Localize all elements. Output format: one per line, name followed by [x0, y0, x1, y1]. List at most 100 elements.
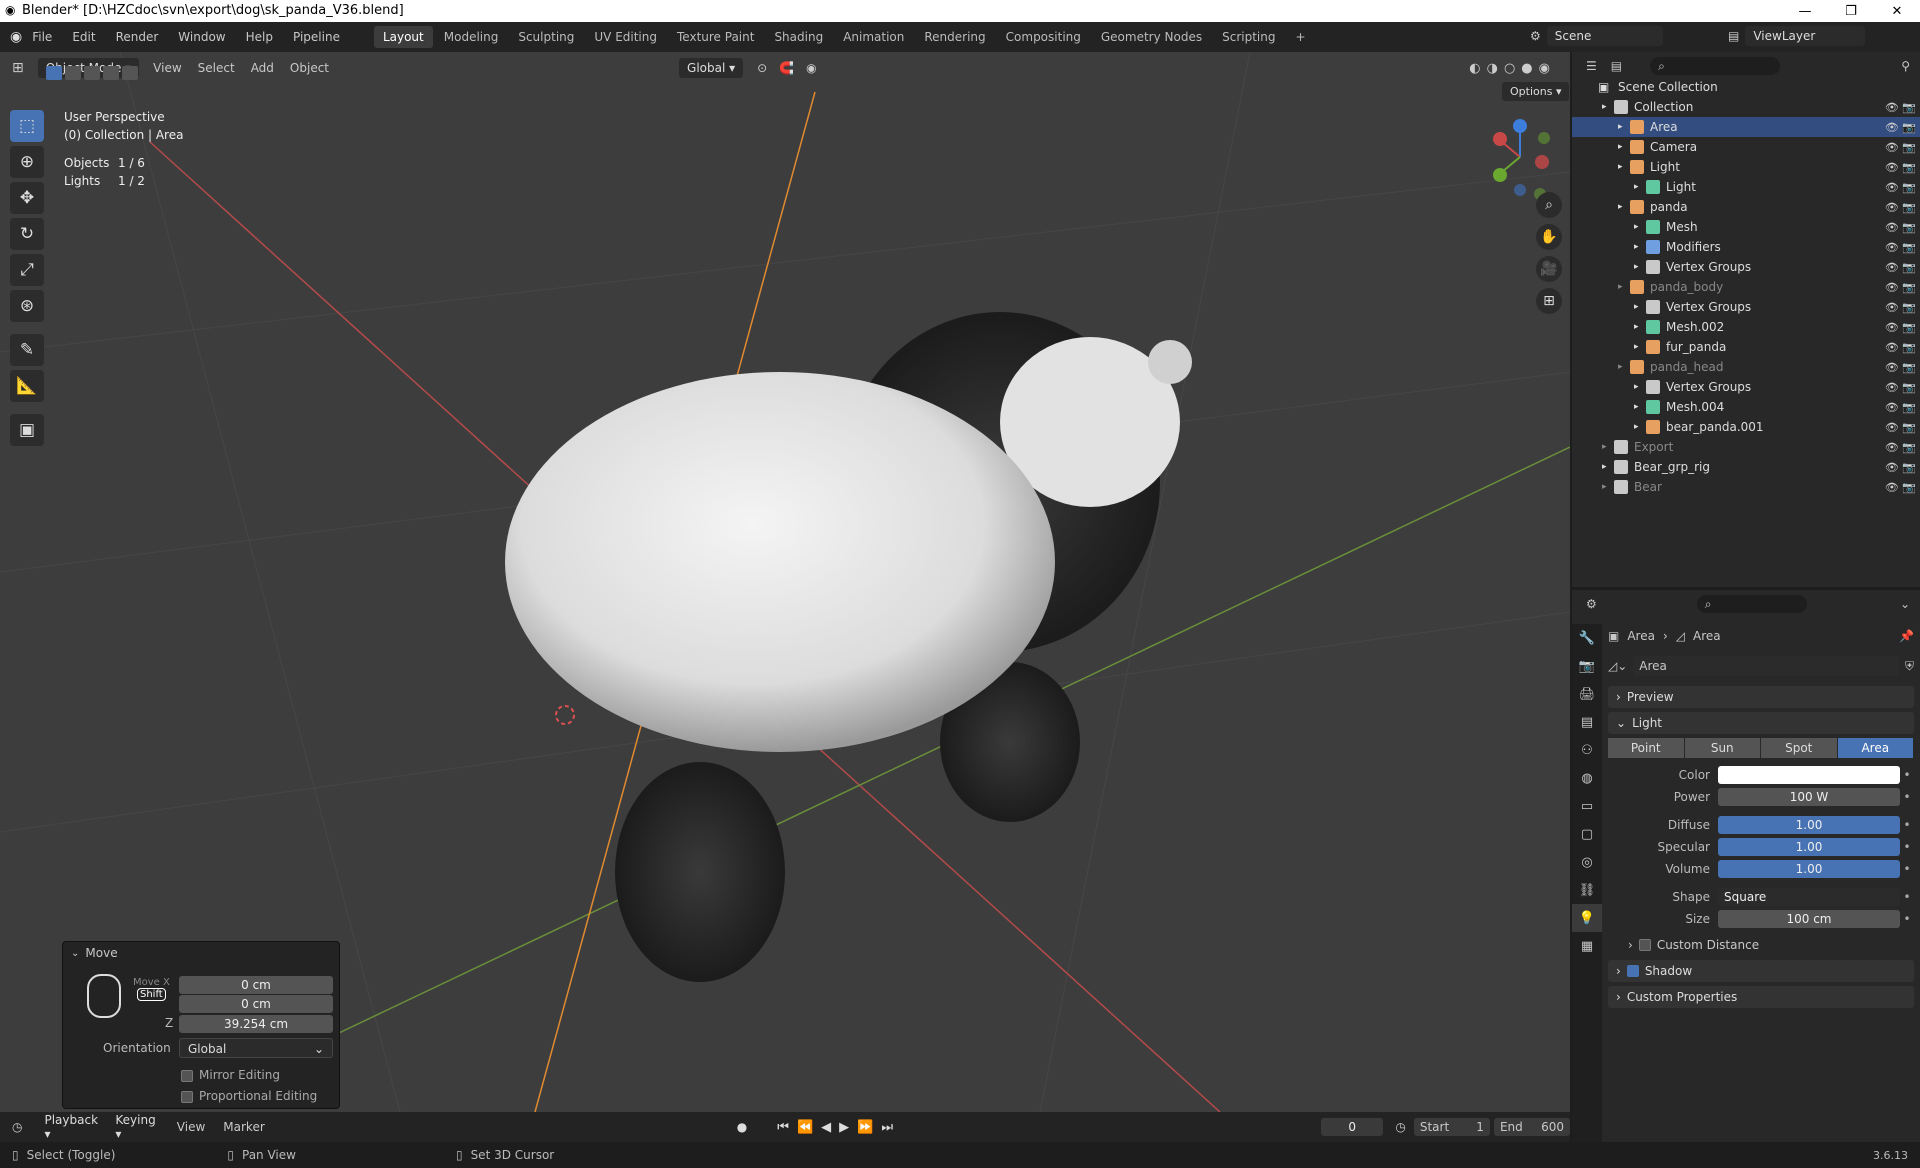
expand-arrow-icon[interactable]: ▸	[1602, 102, 1614, 112]
visibility-icons[interactable]: 👁 📷	[1885, 481, 1916, 494]
menu-pipeline[interactable]: Pipeline	[293, 30, 340, 44]
menu-select[interactable]: Select	[198, 61, 235, 75]
visibility-icons[interactable]: 👁 📷	[1885, 421, 1916, 434]
expand-arrow-icon[interactable]: ▸	[1618, 142, 1630, 152]
cursor-tool[interactable]: ⊕	[10, 146, 44, 178]
tab-compositing[interactable]: Compositing	[997, 26, 1090, 48]
pivot-icon[interactable]: ⊙	[757, 61, 767, 75]
outliner-row[interactable]: ▸ Vertex Groups 👁 📷	[1572, 257, 1920, 277]
end-frame-field[interactable]: End 600	[1493, 1118, 1571, 1136]
visibility-icons[interactable]: 👁 📷	[1885, 161, 1916, 174]
visibility-icons[interactable]: 👁 📷	[1885, 301, 1916, 314]
move-z-field[interactable]: 39.254 cm	[179, 1015, 333, 1033]
outliner-row[interactable]: ▸ panda_head 👁 📷	[1572, 357, 1920, 377]
outliner-row[interactable]: ▸ fur_panda 👁 📷	[1572, 337, 1920, 357]
transform-tool[interactable]: ⊛	[10, 290, 44, 322]
tab-sculpting[interactable]: Sculpting	[509, 26, 583, 48]
visibility-icons[interactable]: 👁 📷	[1885, 241, 1916, 254]
move-y-field[interactable]: 0 cm	[179, 995, 333, 1013]
expand-arrow-icon[interactable]: ▸	[1602, 462, 1614, 472]
field-value[interactable]: 1.00	[1718, 838, 1900, 856]
outliner-row[interactable]: ▸ Vertex Groups 👁 📷	[1572, 377, 1920, 397]
tab-rendering[interactable]: Rendering	[915, 26, 994, 48]
visibility-icons[interactable]: 👁 📷	[1885, 261, 1916, 274]
datablock-selector[interactable]: ◿⌄ Area ⛨	[1608, 654, 1914, 678]
expand-arrow-icon[interactable]: ▸	[1618, 202, 1630, 212]
options-dropdown[interactable]: Options ▾	[1502, 82, 1570, 101]
current-frame-field[interactable]: 0	[1321, 1118, 1384, 1136]
rotate-tool[interactable]: ↻	[10, 218, 44, 250]
keyframe-dot-icon[interactable]: •	[1900, 890, 1914, 904]
field-value[interactable]: 100 W	[1718, 788, 1900, 806]
visibility-icons[interactable]: 👁 📷	[1885, 101, 1916, 114]
move-x-field[interactable]: 0 cm	[179, 976, 333, 994]
light-type-spot[interactable]: Spot	[1761, 738, 1837, 758]
visibility-icons[interactable]: 👁 📷	[1885, 341, 1916, 354]
visibility-icons[interactable]: 👁 📷	[1885, 401, 1916, 414]
physics-tab-icon[interactable]: ◎	[1572, 848, 1602, 876]
expand-arrow-icon[interactable]: ▸	[1634, 222, 1646, 232]
expand-arrow-icon[interactable]: ▸	[1634, 322, 1646, 332]
view-layer-tab-icon[interactable]: ▤	[1572, 708, 1602, 736]
proportional-icon[interactable]: ◉	[806, 61, 816, 75]
mirror-editing-checkbox[interactable]: Mirror Editing	[181, 1068, 280, 1082]
outliner-row[interactable]: ▸ Camera 👁 📷	[1572, 137, 1920, 157]
render-tab-icon[interactable]: 📷	[1572, 652, 1602, 680]
move-panel-header[interactable]: ⌄ Move	[63, 942, 339, 964]
scene-selector[interactable]: ⚙ Scene	[1530, 26, 1663, 46]
editor-type-icon[interactable]: ⊞	[12, 60, 24, 76]
zoom-icon[interactable]: ⌕	[1536, 192, 1562, 218]
menu-add[interactable]: Add	[251, 61, 274, 75]
visibility-icons[interactable]: 👁 📷	[1885, 201, 1916, 214]
outliner-row[interactable]: ▸ panda 👁 📷	[1572, 197, 1920, 217]
keying-dropdown[interactable]: Keying ▾	[107, 1110, 166, 1144]
proportional-editing-checkbox[interactable]: Proportional Editing	[181, 1089, 317, 1103]
expand-arrow-icon[interactable]: ▸	[1634, 262, 1646, 272]
annotate-tool[interactable]: ✎	[10, 334, 44, 366]
menu-object[interactable]: Object	[290, 61, 329, 75]
visibility-icons[interactable]: 👁 📷	[1885, 141, 1916, 154]
keyframe-dot-icon[interactable]: •	[1900, 818, 1914, 832]
transform-orientation-dropdown[interactable]: Global ▾	[679, 58, 744, 78]
menu-window[interactable]: Window	[178, 30, 225, 44]
texture-tab-icon[interactable]: ▦	[1572, 932, 1602, 960]
outliner-row[interactable]: ▸ bear_panda.001 👁 📷	[1572, 417, 1920, 437]
visibility-icons[interactable]: 👁 📷	[1885, 221, 1916, 234]
field-value[interactable]: Square	[1718, 888, 1900, 906]
light-type-area[interactable]: Area	[1837, 738, 1913, 758]
field-value[interactable]: 1.00	[1718, 816, 1900, 834]
tab-layout[interactable]: Layout	[373, 26, 433, 48]
scene-tab-icon[interactable]: ⚇	[1572, 736, 1602, 764]
tab-shading[interactable]: Shading	[765, 26, 832, 48]
expand-arrow-icon[interactable]: ▸	[1602, 442, 1614, 452]
filter-icon[interactable]: ⚲	[1901, 59, 1910, 73]
move-tool[interactable]: ✥	[10, 182, 44, 214]
outliner-row[interactable]: ▸ Light 👁 📷	[1572, 177, 1920, 197]
add-workspace-button[interactable]: +	[1286, 26, 1314, 48]
timeline-editor-icon[interactable]: ◷	[12, 1120, 22, 1134]
maximize-button[interactable]: ❐	[1828, 0, 1874, 22]
playback-dropdown[interactable]: Playback ▾	[36, 1110, 107, 1144]
camera-view-icon[interactable]: 🎥	[1536, 256, 1562, 282]
playback-controls[interactable]: ⏮⏪◀▶⏩⏭	[777, 1120, 901, 1135]
scale-tool[interactable]: ⤢	[10, 254, 44, 286]
visibility-icons[interactable]: 👁 📷	[1885, 361, 1916, 374]
custom-properties-panel-header[interactable]: › Custom Properties	[1608, 986, 1914, 1008]
outliner-row[interactable]: ▸ Export 👁 📷	[1572, 437, 1920, 457]
light-type-point[interactable]: Point	[1608, 738, 1684, 758]
outliner-row[interactable]: ▸ Bear_grp_rig 👁 📷	[1572, 457, 1920, 477]
keyframe-dot-icon[interactable]: •	[1900, 912, 1914, 926]
visibility-icons[interactable]: 👁 📷	[1885, 441, 1916, 454]
view-layer-name[interactable]: ViewLayer	[1745, 26, 1866, 46]
visibility-icons[interactable]: 👁 📷	[1885, 121, 1916, 134]
expand-arrow-icon[interactable]: ▸	[1618, 362, 1630, 372]
visibility-icons[interactable]: 👁 📷	[1885, 381, 1916, 394]
custom-distance-subpanel[interactable]: › Custom Distance	[1608, 934, 1914, 956]
menu-edit[interactable]: Edit	[72, 30, 95, 44]
outliner-row[interactable]: ▸ Mesh.004 👁 📷	[1572, 397, 1920, 417]
outliner-row[interactable]: ▸ Modifiers 👁 📷	[1572, 237, 1920, 257]
scene-name[interactable]: Scene	[1546, 26, 1663, 46]
menu-render[interactable]: Render	[116, 30, 159, 44]
expand-arrow-icon[interactable]: ▸	[1618, 162, 1630, 172]
panda-model[interactable]	[505, 312, 1192, 982]
